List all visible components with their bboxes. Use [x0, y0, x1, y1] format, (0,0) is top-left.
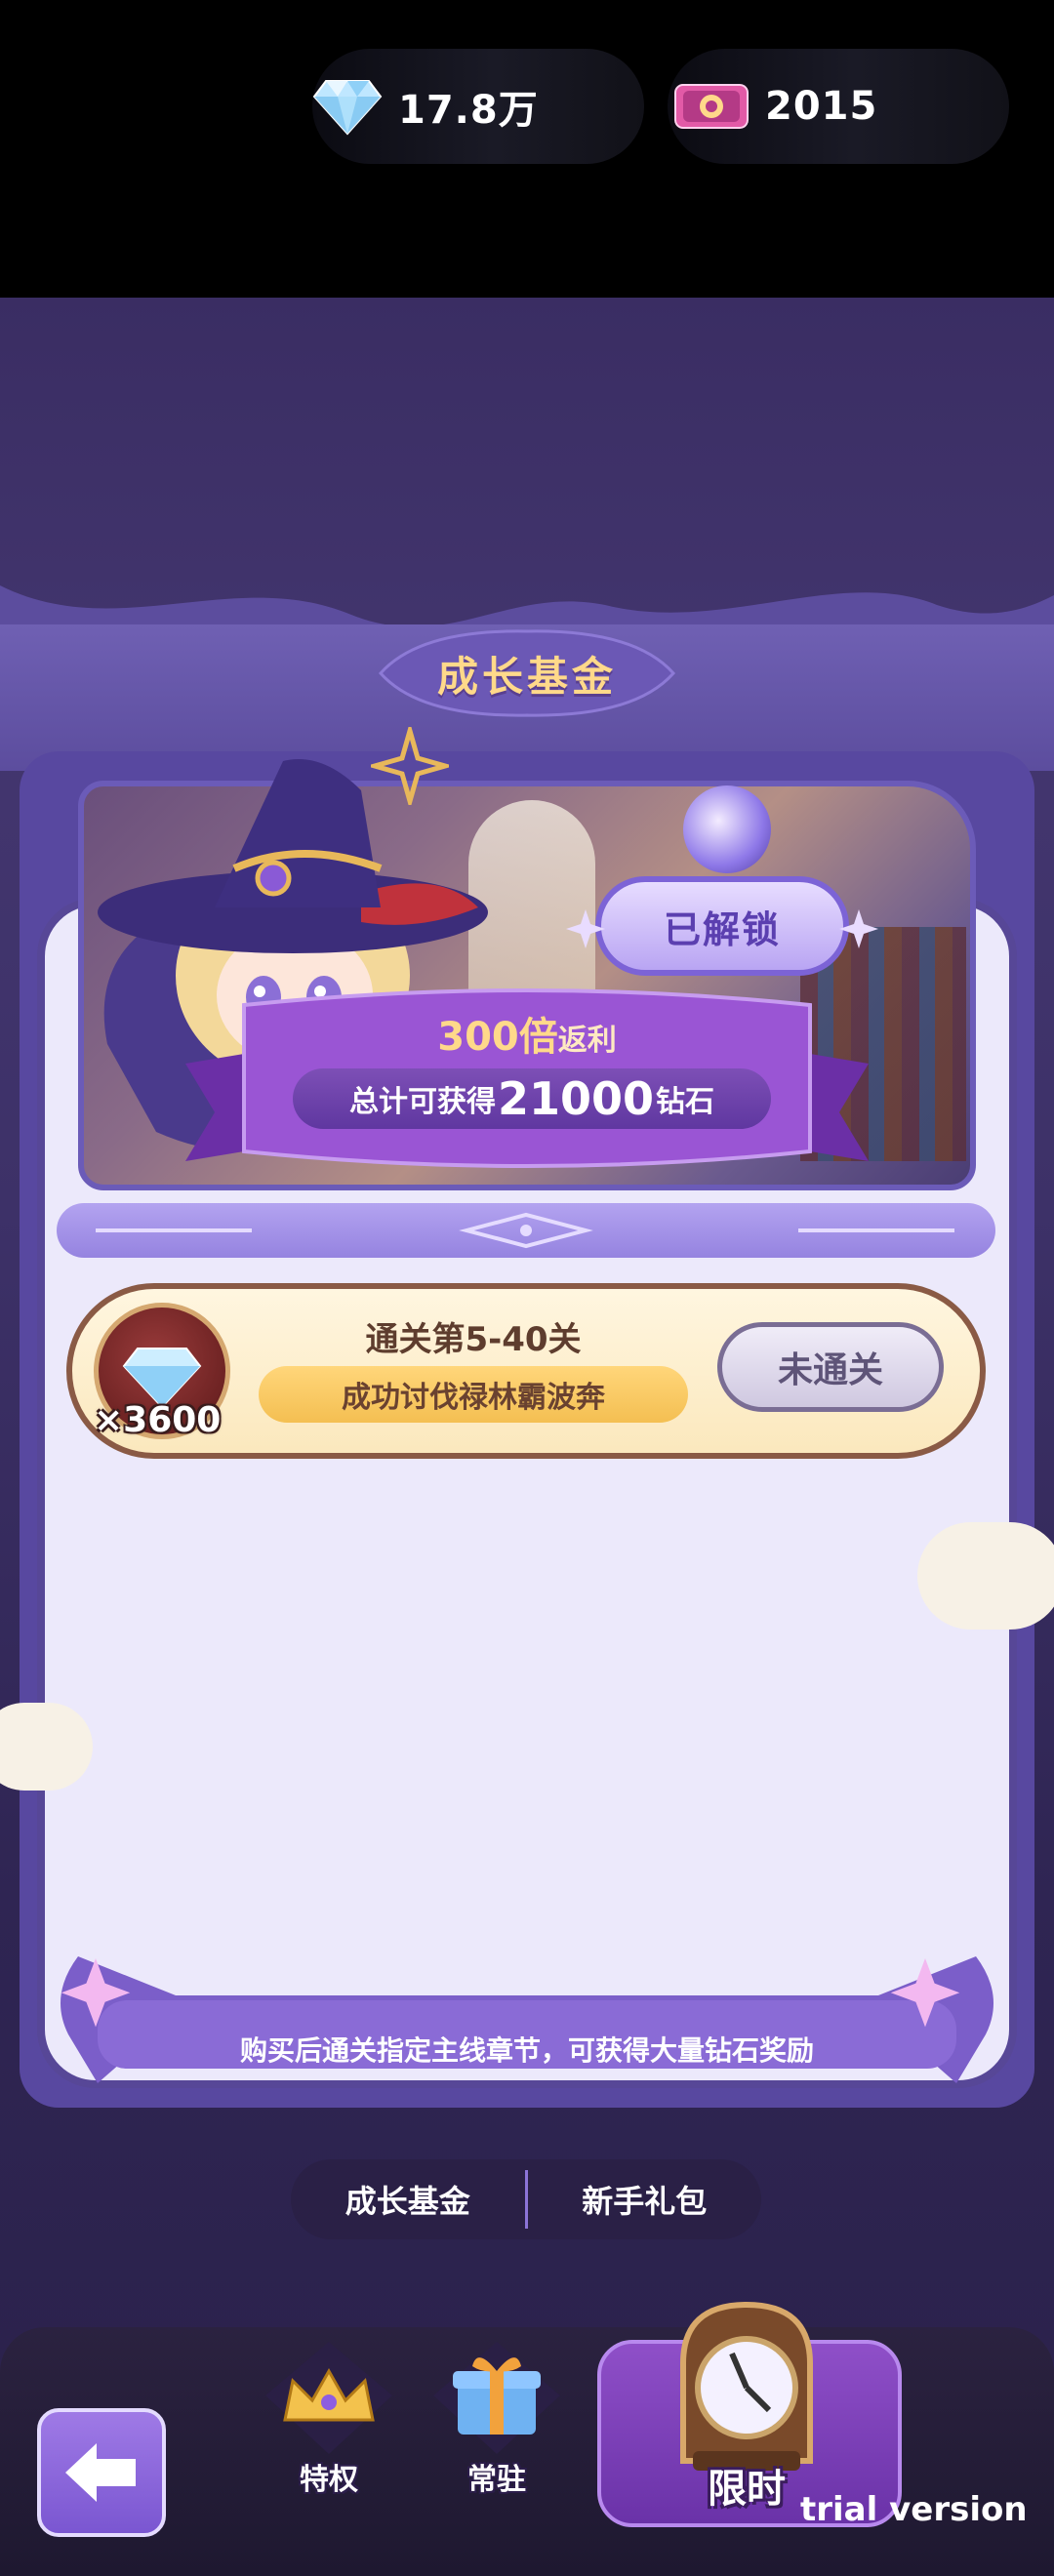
nav-privilege-label: 特权: [300, 2463, 358, 2497]
nav-privilege[interactable]: 特权: [256, 2332, 402, 2498]
tab-newbie-pack[interactable]: 新手礼包: [528, 2177, 762, 2222]
diamond-count: 17.8万: [398, 88, 539, 133]
subtab-bar: 成长基金 新手礼包: [291, 2159, 761, 2239]
page-title-plate: 成长基金: [361, 620, 693, 727]
trial-watermark: trial version: [800, 2490, 1028, 2529]
cloud-decoration-left: [0, 1703, 93, 1791]
back-arrow-icon: [65, 2443, 136, 2502]
rebate-suffix: 返利: [557, 1024, 617, 1058]
reward-condition-subtitle: 成功讨伐禄林霸波奔: [259, 1366, 688, 1423]
crown-icon: [265, 2342, 392, 2454]
footer-note: 购买后通关指定主线章节，可获得大量钻石奖励: [239, 2034, 814, 2067]
rebate-total-amount: 21000: [497, 1072, 655, 1125]
rebate-total-line: 总计可获得 21000 钻石: [293, 1068, 771, 1129]
page-title: 成长基金: [436, 652, 617, 701]
sparkle-right-icon: [839, 909, 878, 948]
rebate-multiplier-line: 300倍返利: [293, 1005, 761, 1062]
reward-condition-title: 通关第5-40关: [365, 1320, 582, 1359]
sparkle-left-icon: [566, 909, 605, 948]
not-cleared-button[interactable]: 未通关: [717, 1322, 944, 1412]
back-button[interactable]: [37, 2408, 166, 2537]
nav-timed-label: 限时: [708, 2467, 786, 2512]
ornament-divider: [57, 1203, 995, 1258]
ticket-count: 2015: [765, 84, 878, 129]
rebate-total-prefix: 总计可获得: [348, 1085, 496, 1119]
diamond-counter[interactable]: 17.8万: [312, 49, 644, 164]
unlocked-status-label: 已解锁: [663, 907, 781, 951]
diamond-icon: [312, 80, 383, 136]
nav-resident-label: 常驻: [467, 2463, 526, 2497]
gift-box-icon: [433, 2342, 560, 2454]
nav-resident[interactable]: 常驻: [424, 2332, 570, 2498]
cloud-decoration-right: [917, 1522, 1054, 1630]
unlocked-status-badge: 已解锁: [595, 876, 849, 976]
ticket-icon: [674, 84, 749, 129]
ornament-pattern: [96, 1212, 954, 1249]
ticket-counter[interactable]: 2015: [668, 49, 1009, 164]
tab-growth-fund[interactable]: 成长基金: [291, 2177, 525, 2222]
rebate-total-suffix: 钻石: [656, 1085, 715, 1119]
reward-quantity: ×3600: [94, 1400, 222, 1440]
clock-icon: [680, 2301, 813, 2471]
sparkle-icon: [371, 727, 449, 805]
rebate-multiplier: 300倍: [437, 1015, 558, 1060]
crystal-orb-art: [683, 785, 771, 873]
